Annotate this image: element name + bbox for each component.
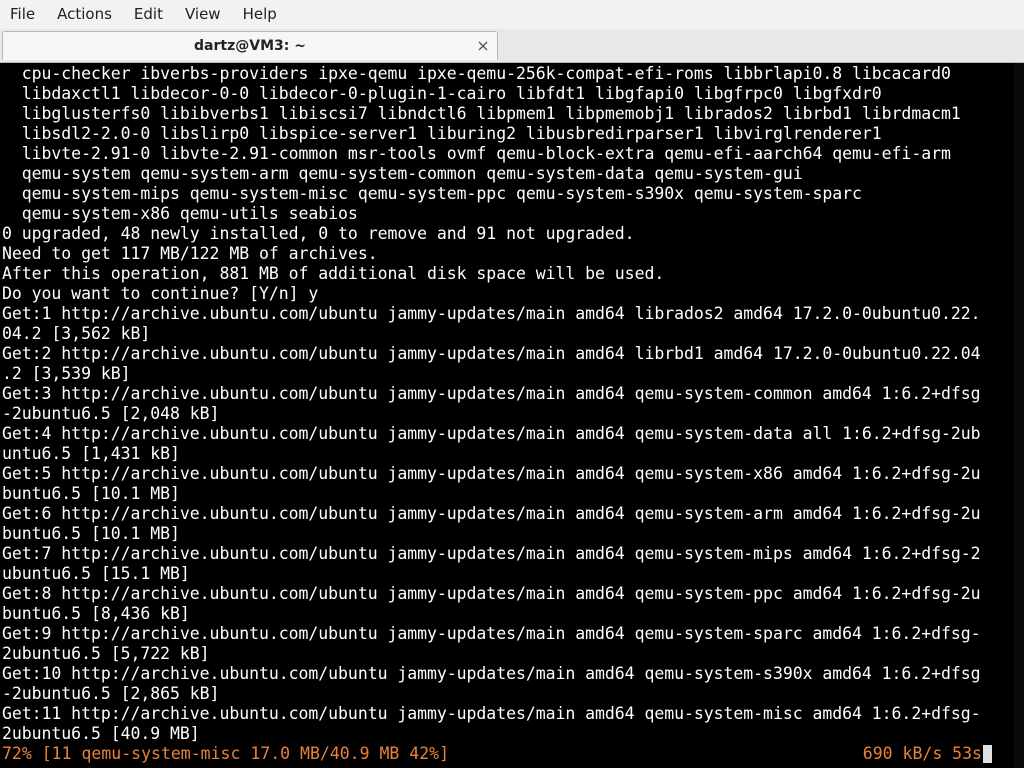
terminal-line: Get:9 http://archive.ubuntu.com/ubuntu j… xyxy=(2,624,981,643)
terminal-line: After this operation, 881 MB of addition… xyxy=(2,264,665,283)
terminal-line: libvte-2.91-0 libvte-2.91-common msr-too… xyxy=(2,144,951,163)
download-speed: 690 kB/s 53s xyxy=(862,744,982,763)
terminal-line: qemu-system qemu-system-arm qemu-system-… xyxy=(2,164,803,183)
download-progress: 72% [11 qemu-system-misc 17.0 MB/40.9 MB… xyxy=(2,744,450,763)
terminal-line: Get:4 http://archive.ubuntu.com/ubuntu j… xyxy=(2,424,981,443)
terminal-line: -2ubuntu6.5 [2,048 kB] xyxy=(2,404,220,423)
terminal-line: Get:2 http://archive.ubuntu.com/ubuntu j… xyxy=(2,344,981,363)
terminal-line: buntu6.5 [10.1 MB] xyxy=(2,484,180,503)
terminal-scrollbar[interactable] xyxy=(1014,63,1024,768)
tab-title: dartz@VM3: ~ xyxy=(194,38,306,54)
terminal-line: Get:6 http://archive.ubuntu.com/ubuntu j… xyxy=(2,504,981,523)
terminal-line: Get:5 http://archive.ubuntu.com/ubuntu j… xyxy=(2,464,981,483)
terminal-line: qemu-system-mips qemu-system-misc qemu-s… xyxy=(2,184,862,203)
terminal-line: 04.2 [3,562 kB] xyxy=(2,324,151,343)
terminal-line: libsdl2-2.0-0 libslirp0 libspice-server1… xyxy=(2,124,882,143)
menu-view[interactable]: View xyxy=(174,0,232,29)
terminal-line: libglusterfs0 libibverbs1 libiscsi7 libn… xyxy=(2,104,961,123)
terminal-line: Get:1 http://archive.ubuntu.com/ubuntu j… xyxy=(2,304,981,323)
menu-bar: File Actions Edit View Help xyxy=(0,0,1024,29)
terminal-lines: cpu-checker ibverbs-providers ipxe-qemu … xyxy=(2,64,1024,744)
terminal-line: 2ubuntu6.5 [5,722 kB] xyxy=(2,644,210,663)
terminal-tab[interactable]: dartz@VM3: ~ xyxy=(2,31,498,60)
terminal-line: buntu6.5 [8,436 kB] xyxy=(2,604,190,623)
terminal-output[interactable]: cpu-checker ibverbs-providers ipxe-qemu … xyxy=(0,63,1024,768)
terminal-line: ubuntu6.5 [15.1 MB] xyxy=(2,564,190,583)
terminal-line: Get:3 http://archive.ubuntu.com/ubuntu j… xyxy=(2,384,981,403)
close-icon[interactable] xyxy=(475,38,491,54)
progress-status-line: 72% [11 qemu-system-misc 17.0 MB/40.9 MB… xyxy=(2,744,1024,764)
terminal-line: cpu-checker ibverbs-providers ipxe-qemu … xyxy=(2,64,951,83)
terminal-line: Do you want to continue? [Y/n] y xyxy=(2,284,319,303)
terminal-line: .2 [3,539 kB] xyxy=(2,364,131,383)
terminal-line: buntu6.5 [10.1 MB] xyxy=(2,524,180,543)
terminal-line: Get:8 http://archive.ubuntu.com/ubuntu j… xyxy=(2,584,981,603)
menu-file[interactable]: File xyxy=(0,0,46,29)
terminal-line: untu6.5 [1,431 kB] xyxy=(2,444,180,463)
terminal-line: qemu-system-x86 qemu-utils seabios xyxy=(2,204,358,223)
text-cursor xyxy=(983,745,992,763)
menu-actions[interactable]: Actions xyxy=(46,0,123,29)
terminal-line: Get:10 http://archive.ubuntu.com/ubuntu … xyxy=(2,664,981,683)
terminal-line: 2ubuntu6.5 [40.9 MB] xyxy=(2,724,200,743)
terminal-line: Need to get 117 MB/122 MB of archives. xyxy=(2,244,378,263)
terminal-line: Get:11 http://archive.ubuntu.com/ubuntu … xyxy=(2,704,981,723)
terminal-line: 0 upgraded, 48 newly installed, 0 to rem… xyxy=(2,224,635,243)
terminal-line: libdaxctl1 libdecor-0-0 libdecor-0-plugi… xyxy=(2,84,882,103)
terminal-line: -2ubuntu6.5 [2,865 kB] xyxy=(2,684,220,703)
menu-help[interactable]: Help xyxy=(232,0,288,29)
tab-bar: dartz@VM3: ~ xyxy=(0,29,1024,63)
terminal-line: Get:7 http://archive.ubuntu.com/ubuntu j… xyxy=(2,544,981,563)
menu-edit[interactable]: Edit xyxy=(123,0,174,29)
